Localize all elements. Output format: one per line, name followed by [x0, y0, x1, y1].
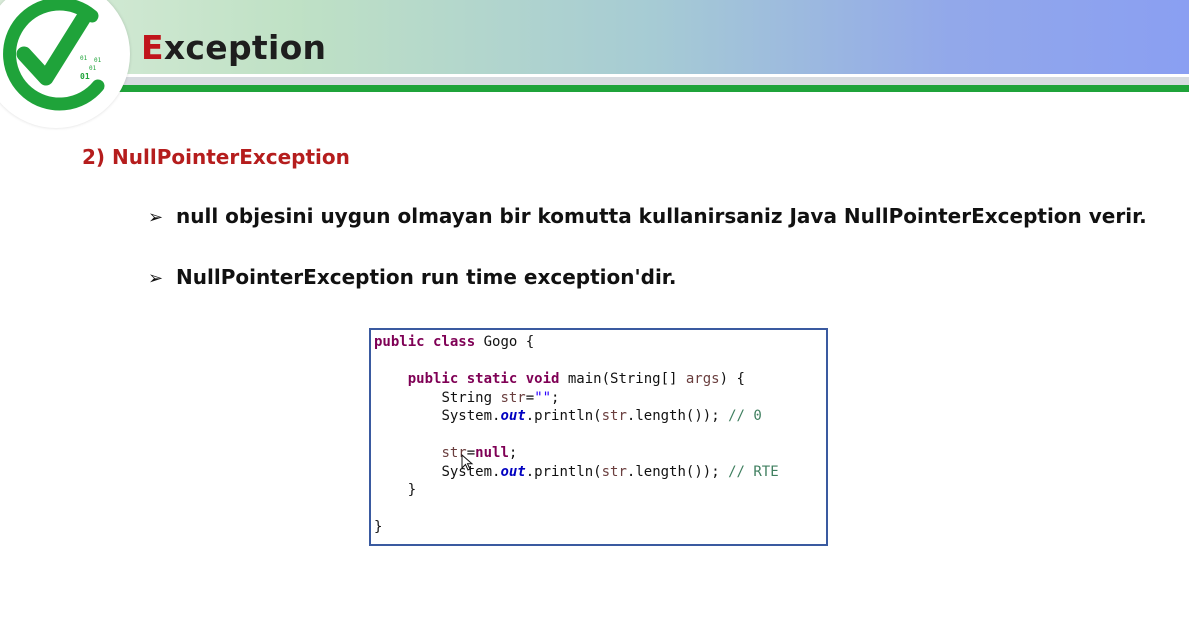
code-text: Gogo { [475, 334, 535, 350]
code-variable: str [500, 389, 526, 406]
code-text: .length()); [626, 463, 729, 480]
bullet-text: null objesini uygun olmayan bir komutta … [176, 204, 1147, 228]
checkmark-logo-icon: 01 01 01 01 [3, 0, 105, 111]
header-gray-stripe [0, 77, 1189, 85]
code-text: ; [551, 389, 560, 406]
bullet-item: ➢ null objesini uygun olmayan bir komutta… [148, 204, 1147, 230]
code-text: ) { [719, 371, 745, 387]
arrow-bullet-icon: ➢ [148, 207, 164, 228]
bullet-item: ➢ NullPointerException run time exception… [148, 265, 676, 291]
code-variable: str [601, 408, 627, 424]
code-field: out [500, 463, 526, 480]
code-text: ; [508, 445, 518, 461]
svg-text:01: 01 [80, 55, 88, 62]
code-comment: // RTE [728, 463, 779, 480]
code-snippet: public class Gogo { public static void m… [369, 328, 828, 546]
code-keyword: public static void [407, 371, 560, 387]
code-comment: // 0 [728, 408, 762, 424]
mouse-cursor-icon [461, 454, 474, 471]
svg-text:01: 01 [94, 57, 102, 64]
code-text: } [374, 519, 383, 535]
code-keyword: null [475, 445, 509, 461]
svg-text:01: 01 [80, 72, 90, 81]
bullet-text: NullPointerException run time exception'… [176, 265, 677, 289]
code-string: "" [534, 389, 552, 406]
page-title-rest: xception [163, 28, 327, 67]
code-text: String [441, 389, 501, 406]
code-keyword: public class [374, 334, 476, 350]
code-block: public class Gogo { public static void m… [374, 333, 779, 537]
code-text: = [525, 389, 535, 406]
code-text: System. [441, 408, 501, 424]
page-title: Exception [141, 28, 326, 68]
code-text: .println( [525, 463, 602, 480]
code-variable: str [601, 463, 627, 480]
code-variable: args [685, 371, 720, 387]
code-text: } [407, 482, 417, 498]
code-text: .length()); [626, 408, 729, 424]
code-text: .println( [525, 408, 602, 424]
svg-text:01: 01 [89, 65, 97, 72]
section-heading: 2) NullPointerException [82, 145, 350, 169]
arrow-bullet-icon: ➢ [148, 268, 164, 289]
code-text: main(String[] [559, 371, 686, 387]
code-field: out [500, 408, 526, 424]
page-title-initial: E [141, 28, 164, 67]
header-green-stripe [0, 85, 1189, 92]
